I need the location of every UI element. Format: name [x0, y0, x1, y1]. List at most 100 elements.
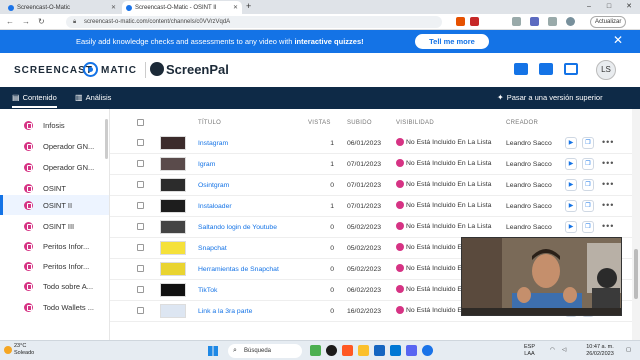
header-creator[interactable]: CREADOR [506, 120, 538, 126]
table-row[interactable]: Saltando login de Youtube 0 05/02/2023 No E… [110, 217, 632, 238]
table-row[interactable]: Osintgram 0 07/01/2023 No Está Incluido En … [110, 175, 632, 196]
folder-icon[interactable] [358, 345, 369, 356]
video-thumbnail[interactable] [160, 283, 186, 297]
select-all-checkbox[interactable] [137, 119, 144, 126]
sidebar-item-infosis[interactable]: Infosis [0, 115, 109, 135]
main-scrollbar[interactable] [632, 109, 640, 340]
video-thumbnail[interactable] [160, 241, 186, 255]
play-icon[interactable]: ▶ [565, 158, 577, 170]
chrome-icon[interactable] [422, 345, 433, 356]
video-title-link[interactable]: Link a la 3ra parte [198, 308, 252, 315]
tab-analisis[interactable]: ▥ Análisis [75, 93, 111, 102]
back-icon[interactable]: ← [6, 17, 14, 26]
sidebar-item-osint-ii[interactable]: OSINT II [0, 195, 109, 215]
sidebar-item-todo-sobre[interactable]: Todo sobre A... [0, 276, 109, 296]
video-thumbnail[interactable] [160, 157, 186, 171]
extension-icon[interactable] [512, 17, 521, 26]
video-thumbnail[interactable] [160, 262, 186, 276]
video-thumbnail[interactable] [160, 199, 186, 213]
sidebar-item-operador-1[interactable]: Operador GN... [0, 136, 109, 156]
extension-icon[interactable] [530, 17, 539, 26]
sidebar-scrollbar[interactable] [105, 119, 108, 159]
row-checkbox[interactable] [137, 160, 144, 167]
row-checkbox[interactable] [137, 139, 144, 146]
header-visibility[interactable]: VISIBILIDAD [396, 120, 434, 126]
update-button[interactable]: Actualizar [590, 16, 627, 28]
video-thumbnail[interactable] [160, 136, 186, 150]
video-title-link[interactable]: Osintgram [198, 182, 229, 189]
row-checkbox[interactable] [137, 181, 144, 188]
video-title-link[interactable]: Igram [198, 161, 215, 168]
play-icon[interactable]: ▶ [565, 200, 577, 212]
visibility-status[interactable]: No Está Incluido En La Lista [396, 138, 491, 146]
weather-widget[interactable]: 23°C Soleado [14, 343, 34, 357]
video-title-link[interactable]: Instagram [198, 140, 228, 147]
close-icon[interactable]: ✕ [111, 4, 116, 11]
taskbar-search[interactable]: ⌕ Búsqueda [228, 344, 302, 358]
address-bar[interactable]: 🔒︎ screencast-o-matic.com/content/channe… [66, 16, 442, 28]
copy-icon[interactable]: ❐ [582, 179, 594, 191]
reload-icon[interactable]: ↻ [38, 17, 45, 26]
edit-icon[interactable] [564, 63, 578, 75]
wifi-icon[interactable]: ◠ [550, 347, 555, 354]
video-thumbnail[interactable] [160, 220, 186, 234]
extension-icon[interactable] [470, 17, 479, 26]
maximize-icon[interactable]: □ [602, 0, 616, 14]
copy-icon[interactable]: ❐ [582, 158, 594, 170]
video-title-link[interactable]: Snapchat [198, 245, 227, 252]
window-close-icon[interactable]: ✕ [622, 0, 636, 14]
table-row[interactable]: Instaloader 1 07/01/2023 No Está Incluido E… [110, 196, 632, 217]
header-uploaded[interactable]: SUBIDO [347, 120, 372, 126]
spotify-icon[interactable] [326, 345, 337, 356]
more-options-icon[interactable]: ••• [602, 137, 614, 147]
more-options-icon[interactable]: ••• [602, 221, 614, 231]
volume-icon[interactable]: ◁ [562, 347, 566, 354]
row-checkbox[interactable] [137, 265, 144, 272]
brave-icon[interactable] [342, 345, 353, 356]
new-tab-icon[interactable]: + [246, 1, 251, 11]
visibility-status[interactable]: No Está Incluido En La Lista [396, 180, 491, 188]
clock[interactable]: 10:47 a. m. 26/02/2023 [578, 344, 622, 358]
store-icon[interactable] [390, 345, 401, 356]
play-icon[interactable]: ▶ [565, 179, 577, 191]
video-thumbnail[interactable] [160, 178, 186, 192]
video-title-link[interactable]: Herramientas de Snapchat [198, 266, 279, 273]
play-icon[interactable]: ▶ [565, 137, 577, 149]
header-title[interactable]: TÍTULO [198, 120, 221, 126]
video-thumbnail[interactable] [160, 304, 186, 318]
sidebar-item-peritos-1[interactable]: Peritos Infor... [0, 236, 109, 256]
visibility-status[interactable]: No Está Incluido En La Lista [396, 159, 491, 167]
taskbar-app-icon[interactable] [310, 345, 321, 356]
close-banner-icon[interactable]: ✕ [613, 33, 623, 47]
outlook-icon[interactable] [374, 345, 385, 356]
copy-icon[interactable]: ❐ [582, 221, 594, 233]
table-row[interactable]: Instagram 1 06/01/2023 No Está Incluido En … [110, 133, 632, 154]
more-options-icon[interactable]: ••• [602, 200, 614, 210]
notification-icon[interactable]: ▢ [626, 347, 631, 354]
video-title-link[interactable]: TikTok [198, 287, 217, 294]
play-icon[interactable]: ▶ [565, 221, 577, 233]
tab-contenido[interactable]: ▤ Contenido [12, 93, 57, 108]
avatar[interactable]: LS [596, 60, 616, 80]
browser-tab-2[interactable]: Screencast-O-Matic - OSINT II ✕ [122, 1, 242, 14]
discord-icon[interactable] [406, 345, 417, 356]
more-options-icon[interactable]: ••• [602, 179, 614, 189]
video-title-link[interactable]: Saltando login de Youtube [198, 224, 277, 231]
minimize-icon[interactable]: – [582, 0, 596, 14]
more-options-icon[interactable]: ••• [602, 158, 614, 168]
extension-icon[interactable] [456, 17, 465, 26]
row-checkbox[interactable] [137, 286, 144, 293]
row-checkbox[interactable] [137, 244, 144, 251]
profile-icon[interactable] [566, 17, 575, 26]
video-title-link[interactable]: Instaloader [198, 203, 232, 210]
browser-tab-1[interactable]: Screencast-O-Matic ✕ [4, 1, 120, 14]
sidebar-item-peritos-2[interactable]: Peritos Infor... [0, 256, 109, 276]
copy-icon[interactable]: ❐ [582, 137, 594, 149]
puzzle-icon[interactable] [548, 17, 557, 26]
video-icon[interactable] [539, 63, 553, 75]
close-icon[interactable]: ✕ [233, 4, 238, 11]
sidebar-item-operador-2[interactable]: Operador GN... [0, 157, 109, 177]
visibility-status[interactable]: No Está Incluido En La Lista [396, 201, 491, 209]
row-checkbox[interactable] [137, 307, 144, 314]
sidebar-item-todo-wallets[interactable]: Todo Wallets ... [0, 297, 109, 317]
